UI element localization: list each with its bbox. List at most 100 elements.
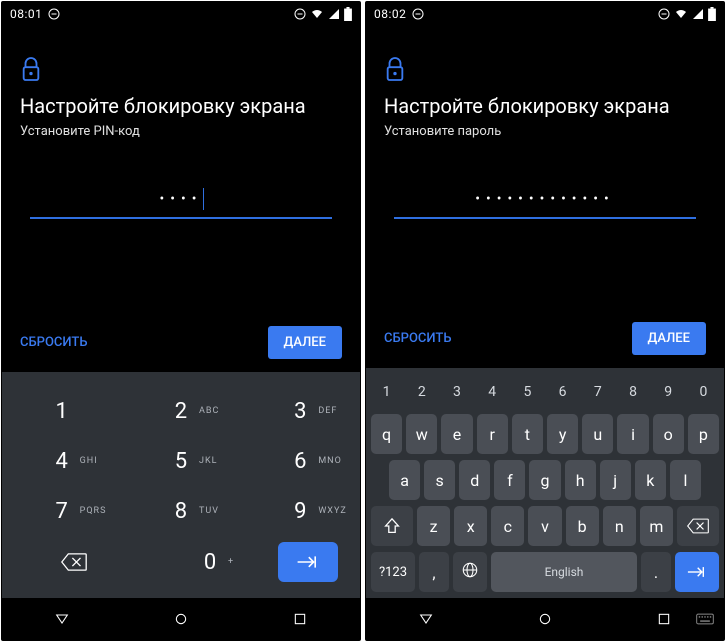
key-v[interactable]: v (528, 506, 561, 546)
numkey-5[interactable]: 5JKL (121, 436, 240, 486)
battery-icon (708, 7, 716, 21)
key-i[interactable]: i (617, 414, 648, 454)
numkey-9[interactable]: 9WXYZ (241, 486, 360, 536)
lock-icon (20, 56, 42, 82)
password-input[interactable]: ••••••••••••• (394, 181, 696, 219)
key-t[interactable]: t (512, 414, 543, 454)
action-row: СБРОСИТЬ ДАЛЕЕ (384, 321, 706, 368)
key-d[interactable]: d (459, 460, 490, 500)
password-mask: ••••••••••••• (475, 191, 614, 207)
wifi-icon (310, 8, 324, 20)
phone-right: 08:02 Настройте блокировку экрана Устано… (365, 1, 725, 641)
nav-back[interactable] (51, 608, 73, 630)
globe-icon (461, 561, 479, 583)
key-z[interactable]: z (417, 506, 450, 546)
key-h[interactable]: h (565, 460, 596, 500)
key-k[interactable]: k (635, 460, 666, 500)
page-subtitle: Установите пароль (384, 124, 706, 139)
numkey-2[interactable]: 2ABC (121, 386, 240, 436)
page-title: Настройте блокировку экрана (384, 94, 706, 118)
action-row: СБРОСИТЬ ДАЛЕЕ (20, 325, 342, 372)
key-b[interactable]: b (566, 506, 599, 546)
status-bar: 08:01 (2, 2, 360, 26)
do-not-disturb-icon (412, 8, 424, 20)
key-a[interactable]: a (389, 460, 420, 500)
key-y[interactable]: y (547, 414, 578, 454)
key-o[interactable]: o (653, 414, 684, 454)
nav-keyboard-switch[interactable] (694, 608, 716, 630)
backspace-key[interactable] (677, 506, 719, 546)
pin-input[interactable]: •••• (30, 181, 332, 219)
numkey-8[interactable]: 8TUV (121, 486, 240, 536)
clear-button[interactable]: СБРОСИТЬ (384, 321, 452, 356)
key-s[interactable]: s (424, 460, 455, 500)
minus-circle-icon (294, 8, 306, 20)
numkey-6[interactable]: 6MNO (241, 436, 360, 486)
content-area: Настройте блокировку экрана Установите P… (2, 26, 360, 372)
key-8[interactable]: 8 (617, 376, 648, 408)
key-e[interactable]: e (441, 414, 472, 454)
key-2[interactable]: 2 (406, 376, 437, 408)
key-f[interactable]: f (494, 460, 525, 500)
lock-icon (384, 56, 406, 82)
nav-recents[interactable] (653, 608, 675, 630)
status-time: 08:01 (10, 7, 42, 21)
key-3[interactable]: 3 (441, 376, 472, 408)
key-c[interactable]: c (491, 506, 524, 546)
pin-mask: •••• (160, 191, 203, 207)
enter-key[interactable] (278, 542, 338, 582)
navigation-bar (366, 598, 724, 640)
nav-home[interactable] (170, 608, 192, 630)
key-x[interactable]: x (454, 506, 487, 546)
numkey-4[interactable]: 4GHI (2, 436, 121, 486)
language-key[interactable] (453, 552, 487, 592)
wifi-icon (674, 8, 688, 20)
nav-home[interactable] (534, 608, 556, 630)
key-w[interactable]: w (406, 414, 437, 454)
do-not-disturb-icon (48, 8, 60, 20)
key-9[interactable]: 9 (653, 376, 684, 408)
key-7[interactable]: 7 (582, 376, 613, 408)
numkey-3[interactable]: 3DEF (241, 386, 360, 436)
clear-button[interactable]: СБРОСИТЬ (20, 325, 88, 360)
key-j[interactable]: j (600, 460, 631, 500)
shift-key[interactable] (371, 506, 413, 546)
key-4[interactable]: 4 (477, 376, 508, 408)
key-6[interactable]: 6 (547, 376, 578, 408)
next-button[interactable]: ДАЛЕЕ (632, 322, 706, 355)
minus-circle-icon (658, 8, 670, 20)
key-row-1: q w e r t y u i o p (369, 414, 721, 454)
symbols-key[interactable]: ?123 (371, 552, 415, 592)
numkey-7[interactable]: 7PQRS (2, 486, 121, 536)
key-5[interactable]: 5 (512, 376, 543, 408)
numkey-1[interactable]: 1 (2, 386, 121, 436)
key-l[interactable]: l (670, 460, 701, 500)
key-0[interactable]: 0 (688, 376, 719, 408)
numkey-0[interactable]: 0+ (142, 537, 278, 587)
key-row-numbers: 1 2 3 4 5 6 7 8 9 0 (369, 376, 721, 408)
space-key[interactable]: English (491, 552, 637, 592)
phone-left: 08:01 Настройте блокировку экрана Устано… (1, 1, 361, 641)
key-m[interactable]: m (640, 506, 673, 546)
enter-key[interactable] (675, 552, 719, 592)
nav-recents[interactable] (289, 608, 311, 630)
key-r[interactable]: r (477, 414, 508, 454)
qwerty-keyboard: 1 2 3 4 5 6 7 8 9 0 q w e r t y u i o p … (366, 368, 724, 598)
comma-key[interactable]: , (419, 552, 449, 592)
key-u[interactable]: u (582, 414, 613, 454)
key-row-2: a s d f g h j k l (369, 460, 721, 500)
status-time: 08:02 (374, 7, 406, 21)
key-q[interactable]: q (371, 414, 402, 454)
backspace-key[interactable] (6, 537, 142, 587)
next-button[interactable]: ДАЛЕЕ (268, 326, 342, 359)
navigation-bar (2, 598, 360, 640)
key-p[interactable]: p (688, 414, 719, 454)
numeric-keypad: 1 2ABC 3DEF 4GHI 5JKL 6MNO 7PQRS 8TUV 9W… (2, 372, 360, 598)
key-g[interactable]: g (529, 460, 560, 500)
nav-back[interactable] (415, 608, 437, 630)
key-row-3: z x c v b n m (369, 506, 721, 546)
key-1[interactable]: 1 (371, 376, 402, 408)
key-n[interactable]: n (603, 506, 636, 546)
period-key[interactable]: . (641, 552, 671, 592)
content-area: Настройте блокировку экрана Установите п… (366, 26, 724, 368)
